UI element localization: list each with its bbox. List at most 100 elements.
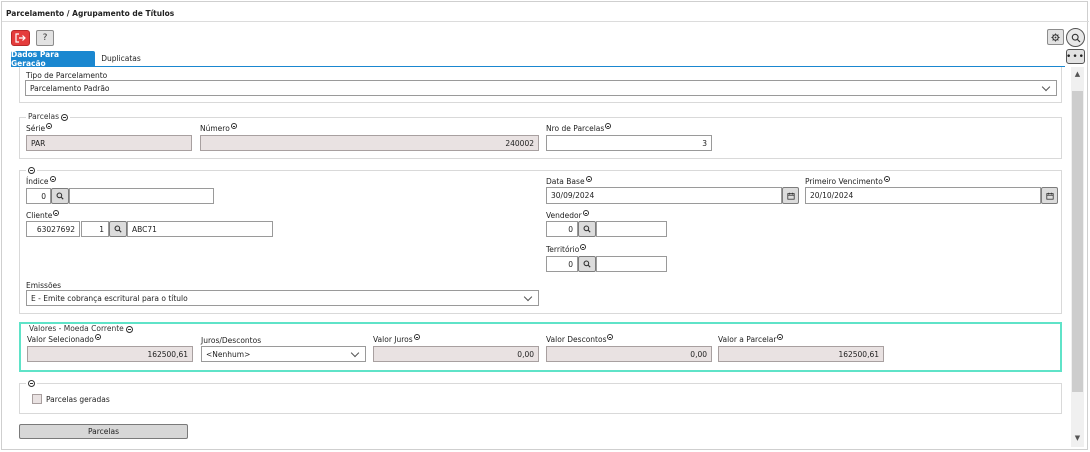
valor-juros-field[interactable]: 0,00	[373, 346, 539, 362]
parcelas-geradas-legend	[26, 378, 37, 387]
indice-label: Índice	[26, 176, 56, 186]
field-info-icon[interactable]	[230, 123, 237, 129]
collapse-icon[interactable]	[28, 166, 35, 174]
exit-icon	[15, 33, 26, 43]
field-info-icon[interactable]	[94, 334, 101, 340]
vendedor-search-button[interactable]	[578, 221, 596, 237]
parcelas-legend-text: Parcelas	[28, 112, 60, 121]
valor-a-parcelar-field[interactable]: 162500,61	[718, 346, 884, 362]
tipo-parcelamento-select[interactable]: Parcelamento Padrão	[25, 80, 1057, 96]
more-options-button[interactable]: •••	[1066, 49, 1085, 64]
field-info-icon[interactable]	[585, 176, 592, 182]
juros-descontos-value: <Nenhum>	[206, 349, 251, 359]
emissoes-value: E - Emite cobrança escritural para o tít…	[31, 293, 188, 303]
data-base-label: Data Base	[546, 176, 592, 186]
serie-field[interactable]: PAR	[26, 135, 192, 151]
valor-juros-label-text: Valor Juros	[373, 335, 413, 344]
serie-label-text: Série	[26, 124, 46, 133]
cliente-seq-field[interactable]: 1	[81, 221, 109, 237]
search-icon	[114, 225, 122, 233]
indice-search-button[interactable]	[51, 188, 69, 204]
valor-a-parcelar-label: Valor a Parcelar	[718, 334, 784, 344]
primeiro-vencimento-calendar-button[interactable]	[1041, 187, 1058, 204]
caret-up-icon: ▲	[1074, 70, 1081, 78]
field-info-icon[interactable]	[53, 210, 60, 216]
detalhes-legend	[26, 165, 37, 174]
numero-label-text: Número	[200, 124, 230, 133]
field-info-icon[interactable]	[413, 334, 420, 340]
parcelas-button[interactable]: Parcelas	[19, 424, 188, 439]
tipo-parcelamento-label: Tipo de Parcelamento	[26, 71, 108, 80]
scrollbar-thumb[interactable]	[1072, 91, 1083, 392]
ellipsis-icon: •••	[1066, 51, 1085, 62]
vendedor-description-field[interactable]	[596, 221, 667, 237]
field-info-icon[interactable]	[49, 176, 56, 182]
tipo-parcelamento-value: Parcelamento Padrão	[30, 83, 110, 93]
indice-label-text: Índice	[26, 177, 49, 186]
exit-button[interactable]	[11, 30, 30, 46]
numero-label: Número	[200, 123, 237, 133]
indice-field[interactable]: 0	[26, 188, 51, 204]
chevron-down-icon	[523, 292, 533, 301]
parcelas-legend: Parcelas	[26, 112, 71, 121]
valor-descontos-field[interactable]: 0,00	[546, 346, 712, 362]
settings-button[interactable]	[1047, 29, 1064, 45]
scroll-down-button[interactable]: ▼	[1071, 432, 1084, 444]
territorio-label-text: Território	[546, 245, 580, 254]
valores-legend-text: Valores - Moeda Corrente	[29, 324, 124, 333]
field-info-icon[interactable]	[607, 334, 614, 340]
main-window: Parcelamento / Agrupamento de Títulos ? …	[1, 1, 1089, 450]
scroll-up-button[interactable]: ▲	[1071, 68, 1084, 80]
vendedor-label: Vendedor	[546, 210, 589, 220]
data-base-field[interactable]: 30/09/2024	[546, 187, 782, 204]
valor-selecionado-field[interactable]: 162500,61	[27, 346, 193, 362]
tab-duplicatas[interactable]: Duplicatas	[99, 51, 143, 66]
data-base-label-text: Data Base	[546, 177, 585, 186]
calendar-icon	[1045, 192, 1054, 200]
chevron-down-icon	[350, 348, 360, 357]
valor-descontos-label: Valor Descontos	[546, 334, 614, 344]
chevron-down-icon	[1041, 82, 1051, 91]
serie-label: Série	[26, 123, 53, 133]
tab-dados-para-geracao[interactable]: Dados Para Geração	[11, 50, 95, 68]
help-button[interactable]: ?	[36, 30, 54, 46]
nro-parcelas-field[interactable]: 3	[546, 135, 712, 151]
field-info-icon[interactable]	[605, 123, 612, 129]
cliente-label-text: Cliente	[26, 211, 53, 220]
global-search-button[interactable]	[1066, 28, 1085, 47]
collapse-icon[interactable]	[28, 379, 35, 387]
field-info-icon[interactable]	[580, 244, 587, 250]
vendedor-field[interactable]: 0	[546, 221, 578, 237]
cliente-code-field[interactable]: 63027692	[26, 221, 80, 237]
primeiro-vencimento-label: Primeiro Vencimento	[805, 176, 890, 186]
collapse-icon[interactable]	[61, 113, 69, 121]
numero-field[interactable]: 240002	[200, 135, 539, 151]
territorio-search-button[interactable]	[578, 256, 596, 272]
primeiro-vencimento-label-text: Primeiro Vencimento	[805, 177, 883, 186]
emissoes-select[interactable]: E - Emite cobrança escritural para o tít…	[26, 290, 539, 306]
indice-description-field[interactable]	[69, 188, 214, 204]
emissoes-label: Emissões	[26, 281, 62, 290]
cliente-name-field[interactable]: ABC71	[127, 221, 273, 237]
primeiro-vencimento-field[interactable]: 20/10/2024	[805, 187, 1041, 204]
nro-parcelas-label-text: Nro de Parcelas	[546, 124, 605, 133]
valor-selecionado-label-text: Valor Selecionado	[27, 335, 94, 344]
parcelas-geradas-checkbox[interactable]	[32, 394, 42, 404]
search-icon	[583, 260, 591, 268]
field-info-icon[interactable]	[777, 334, 784, 340]
calendar-icon	[786, 192, 795, 200]
field-info-icon[interactable]	[46, 123, 53, 129]
field-info-icon[interactable]	[883, 176, 890, 182]
field-info-icon[interactable]	[582, 210, 589, 216]
valor-selecionado-label: Valor Selecionado	[27, 334, 101, 344]
territorio-description-field[interactable]	[596, 256, 667, 272]
window-title: Parcelamento / Agrupamento de Títulos	[6, 9, 175, 18]
cliente-search-button[interactable]	[109, 221, 127, 237]
search-icon	[56, 192, 64, 200]
data-base-calendar-button[interactable]	[782, 187, 799, 204]
collapse-icon[interactable]	[126, 325, 134, 333]
juros-descontos-select[interactable]: <Nenhum>	[201, 346, 366, 362]
territorio-field[interactable]: 0	[546, 256, 578, 272]
vendedor-label-text: Vendedor	[546, 211, 582, 220]
search-icon	[583, 225, 591, 233]
